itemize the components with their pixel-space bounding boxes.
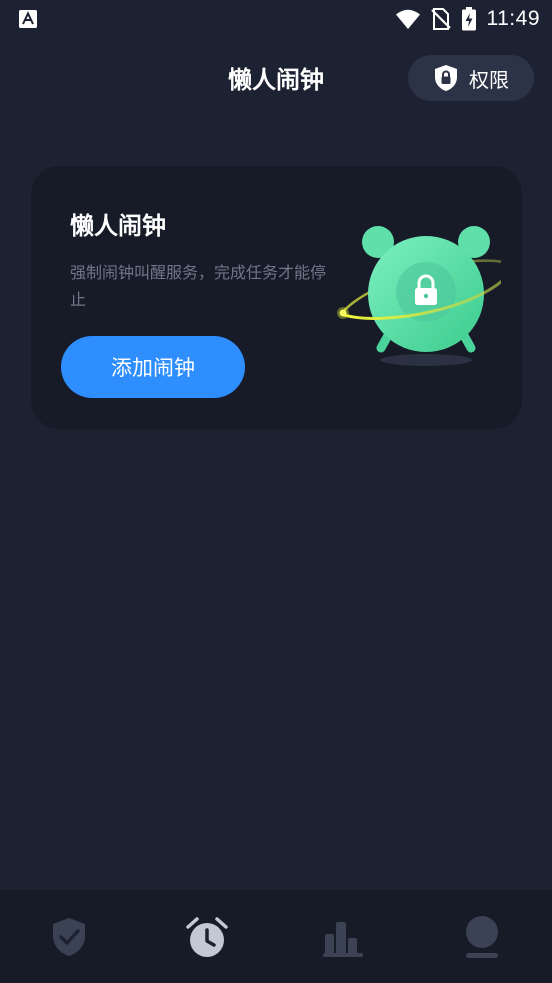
add-alarm-button[interactable]: 添加闹钟 — [61, 336, 245, 398]
shield-check-icon — [53, 918, 85, 956]
no-sim-icon — [430, 8, 451, 30]
permission-button-label: 权限 — [469, 67, 509, 92]
nav-item-profile[interactable] — [452, 912, 512, 962]
alarm-intro-card: 懒人闹钟 强制闹钟叫醒服务，完成任务才能停止 添加闹钟 — [31, 166, 522, 429]
bar-chart-icon — [323, 922, 363, 957]
battery-charging-icon — [461, 7, 476, 31]
status-icons: 11:49 — [395, 6, 541, 32]
permission-button[interactable]: 权限 — [408, 55, 534, 101]
status-bar: 11:49 — [0, 0, 552, 38]
bottom-navigation — [0, 890, 552, 983]
app-notification-icon — [19, 10, 37, 28]
nav-item-protection[interactable] — [39, 912, 99, 962]
wifi-icon — [395, 9, 420, 29]
card-description: 强制闹钟叫醒服务，完成任务才能停止 — [70, 263, 327, 309]
nav-item-statistics[interactable] — [314, 912, 374, 962]
profile-icon — [466, 916, 498, 958]
alarm-clock-icon — [186, 917, 228, 957]
alarm-clock-lock-icon — [337, 226, 501, 366]
status-time: 11:49 — [486, 7, 540, 30]
nav-item-alarm[interactable] — [177, 912, 237, 962]
shield-lock-icon — [435, 65, 457, 91]
card-title: 懒人闹钟 — [70, 212, 166, 240]
header: 懒人闹钟 权限 — [0, 50, 552, 106]
